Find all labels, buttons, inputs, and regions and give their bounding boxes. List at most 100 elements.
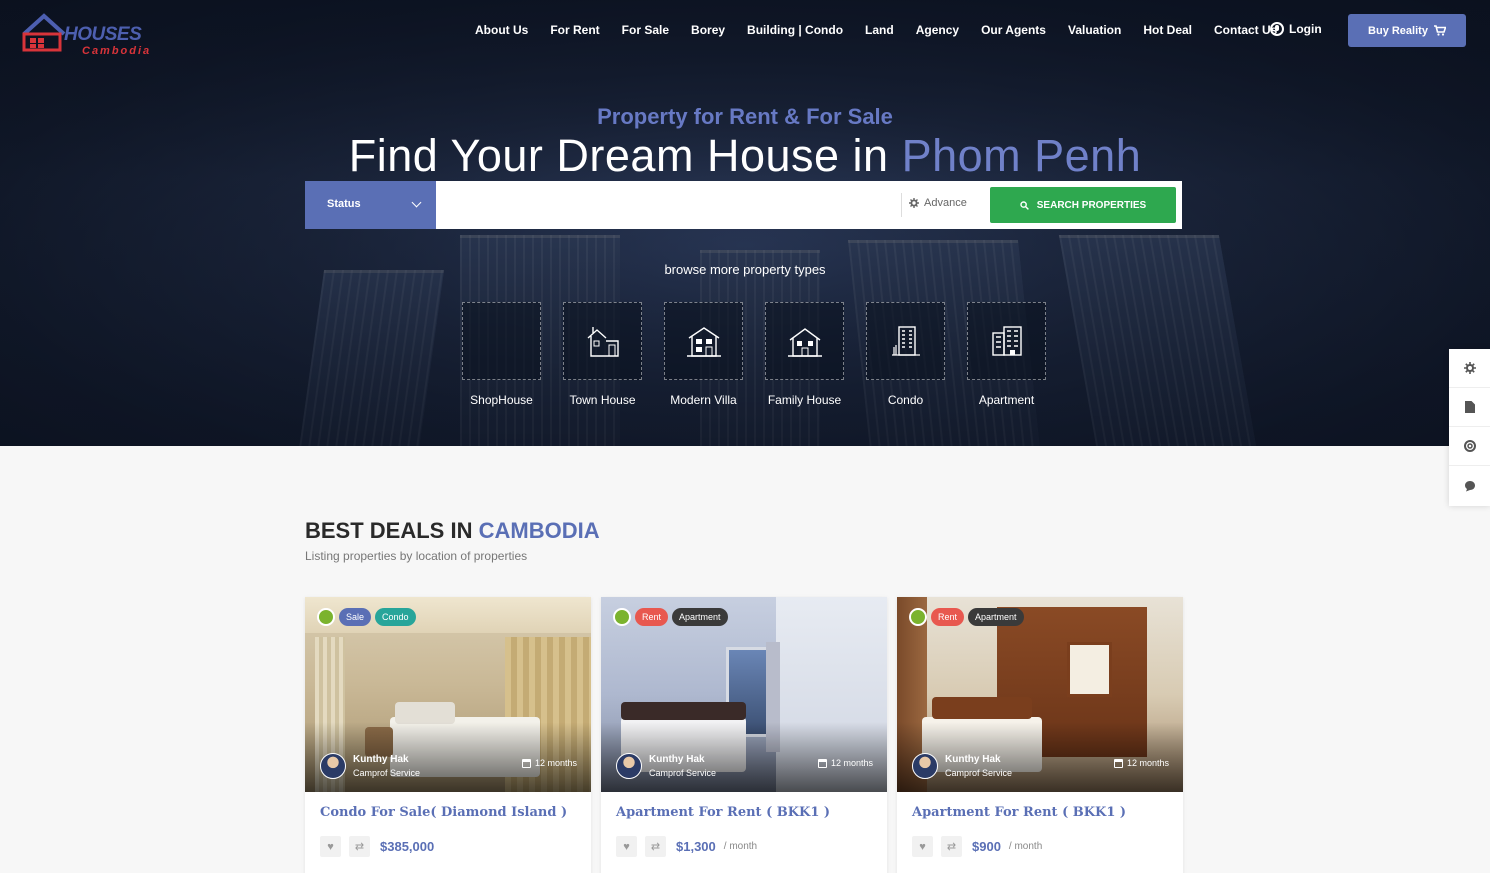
badges: Sale Condo xyxy=(317,608,416,626)
agent-name: Kunthy Hak xyxy=(353,754,409,765)
heart-icon: ♥ xyxy=(919,840,926,853)
gear-icon xyxy=(909,198,919,208)
hero-headline-text: Find Your Dream House in xyxy=(348,130,889,181)
condo-icon xyxy=(866,302,945,380)
property-title[interactable]: Condo For Sale( Diamond Island ) xyxy=(320,805,567,820)
section-title: BEST DEALS IN CAMBODIA xyxy=(305,518,600,544)
type-family-house[interactable]: Family House xyxy=(754,302,855,407)
logo-house-icon xyxy=(22,13,66,52)
nav-about-us[interactable]: About Us xyxy=(475,22,528,38)
badge-condo[interactable]: Condo xyxy=(375,608,416,626)
buy-reality-label: Buy Reality xyxy=(1368,24,1428,37)
duration: 12 months xyxy=(817,758,873,768)
info-icon xyxy=(613,608,631,626)
main-nav: About Us For Rent For Sale Borey Buildin… xyxy=(475,22,1299,38)
search-bar: Status Advance SEARCH PROPERTIES xyxy=(305,181,1182,229)
advance-toggle[interactable]: Advance xyxy=(909,197,967,209)
compare-button[interactable]: ⇄ xyxy=(941,836,962,857)
divider xyxy=(901,193,902,217)
search-properties-label: SEARCH PROPERTIES xyxy=(1036,199,1147,211)
duration: 12 months xyxy=(521,758,577,768)
advance-label: Advance xyxy=(924,197,967,209)
nav-agency[interactable]: Agency xyxy=(916,22,959,38)
info-icon xyxy=(317,608,335,626)
site-logo[interactable]: HOUSES Cambodia xyxy=(22,12,149,58)
type-label: Modern Villa xyxy=(670,393,737,407)
agent-info[interactable]: Kunthy Hak Camprof Service xyxy=(616,753,716,779)
town-house-icon xyxy=(563,302,642,380)
section-subtitle: Listing properties by location of proper… xyxy=(305,549,528,563)
type-label: Town House xyxy=(569,393,636,407)
property-card[interactable]: Rent Apartment Kunthy Hak Camprof Servic… xyxy=(897,597,1183,873)
type-label: Condo xyxy=(887,393,924,407)
search-input[interactable] xyxy=(436,181,901,229)
search-icon xyxy=(1020,200,1029,210)
chevron-down-icon xyxy=(411,197,422,208)
login-link[interactable]: Login xyxy=(1270,22,1322,36)
type-town-house[interactable]: Town House xyxy=(552,302,653,407)
nav-borey[interactable]: Borey xyxy=(691,22,725,38)
property-card[interactable]: Sale Condo Kunthy Hak Camprof Service 12… xyxy=(305,597,591,873)
type-apartment[interactable]: Apartment xyxy=(956,302,1057,407)
type-modern-villa[interactable]: Modern Villa xyxy=(653,302,754,407)
nav-for-sale[interactable]: For Sale xyxy=(622,22,669,38)
favorite-button[interactable]: ♥ xyxy=(616,836,637,857)
badge-rent[interactable]: Rent xyxy=(635,608,669,626)
calendar-icon xyxy=(817,758,827,768)
chat-icon xyxy=(1464,480,1475,491)
badge-rent[interactable]: Rent xyxy=(931,608,965,626)
document-button[interactable] xyxy=(1449,388,1490,427)
duration-label: 12 months xyxy=(1126,758,1169,768)
shophouse-icon xyxy=(462,302,541,380)
agent-company: Camprof Service xyxy=(649,768,717,778)
agent-info[interactable]: Kunthy Hak Camprof Service xyxy=(912,753,1012,779)
search-properties-button[interactable]: SEARCH PROPERTIES xyxy=(990,187,1176,223)
hero-subtitle: Property for Rent & For Sale xyxy=(597,104,893,129)
price-period: / month xyxy=(723,841,758,852)
price: $900 xyxy=(972,839,1001,854)
calendar-icon xyxy=(1113,758,1123,768)
badge-apartment[interactable]: Apartment xyxy=(968,608,1024,626)
lifebuoy-icon xyxy=(1463,440,1476,452)
nav-our-agents[interactable]: Our Agents xyxy=(981,22,1046,38)
status-dropdown[interactable]: Status xyxy=(305,181,436,229)
favorite-button[interactable]: ♥ xyxy=(320,836,341,857)
side-toolbar xyxy=(1449,349,1490,506)
badge-apartment[interactable]: Apartment xyxy=(672,608,728,626)
chat-button[interactable] xyxy=(1449,466,1490,505)
favorite-button[interactable]: ♥ xyxy=(912,836,933,857)
property-card[interactable]: Rent Apartment Kunthy Hak Camprof Servic… xyxy=(601,597,887,873)
badge-sale[interactable]: Sale xyxy=(339,608,372,626)
agent-info[interactable]: Kunthy Hak Camprof Service xyxy=(320,753,420,779)
avatar xyxy=(616,753,642,779)
price: $1,300 xyxy=(676,839,716,854)
gear-icon xyxy=(1463,362,1476,374)
property-title[interactable]: Apartment For Rent ( BKK1 ) xyxy=(616,805,830,820)
nav-building-condo[interactable]: Building | Condo xyxy=(747,22,843,38)
nav-for-rent[interactable]: For Rent xyxy=(550,22,599,38)
section-title-accent: CAMBODIA xyxy=(478,518,600,543)
family-house-icon xyxy=(765,302,844,380)
buy-reality-button[interactable]: Buy Reality xyxy=(1348,14,1466,47)
duration: 12 months xyxy=(1113,758,1169,768)
type-label: ShopHouse xyxy=(470,393,533,407)
nav-valuation[interactable]: Valuation xyxy=(1068,22,1121,38)
support-button[interactable] xyxy=(1449,427,1490,466)
nav-hot-deal[interactable]: Hot Deal xyxy=(1143,22,1192,38)
calendar-icon xyxy=(521,758,531,768)
agent-company: Camprof Service xyxy=(353,768,421,778)
nav-contact-us[interactable]: Contact Us xyxy=(1214,22,1277,38)
compare-button[interactable]: ⇄ xyxy=(349,836,370,857)
nav-land[interactable]: Land xyxy=(865,22,894,38)
type-shophouse[interactable]: ShopHouse xyxy=(451,302,552,407)
heart-icon: ♥ xyxy=(327,840,334,853)
settings-button[interactable] xyxy=(1449,349,1490,388)
compare-button[interactable]: ⇄ xyxy=(645,836,666,857)
type-condo[interactable]: Condo xyxy=(855,302,956,407)
hero-headline: Find Your Dream House in Phom Penh xyxy=(0,130,1490,182)
agent-name: Kunthy Hak xyxy=(945,754,1001,765)
property-title[interactable]: Apartment For Rent ( BKK1 ) xyxy=(912,805,1126,820)
type-label: Apartment xyxy=(978,393,1035,407)
document-icon xyxy=(1464,401,1475,413)
card-actions: ♥ ⇄ $385,000 xyxy=(320,836,442,857)
